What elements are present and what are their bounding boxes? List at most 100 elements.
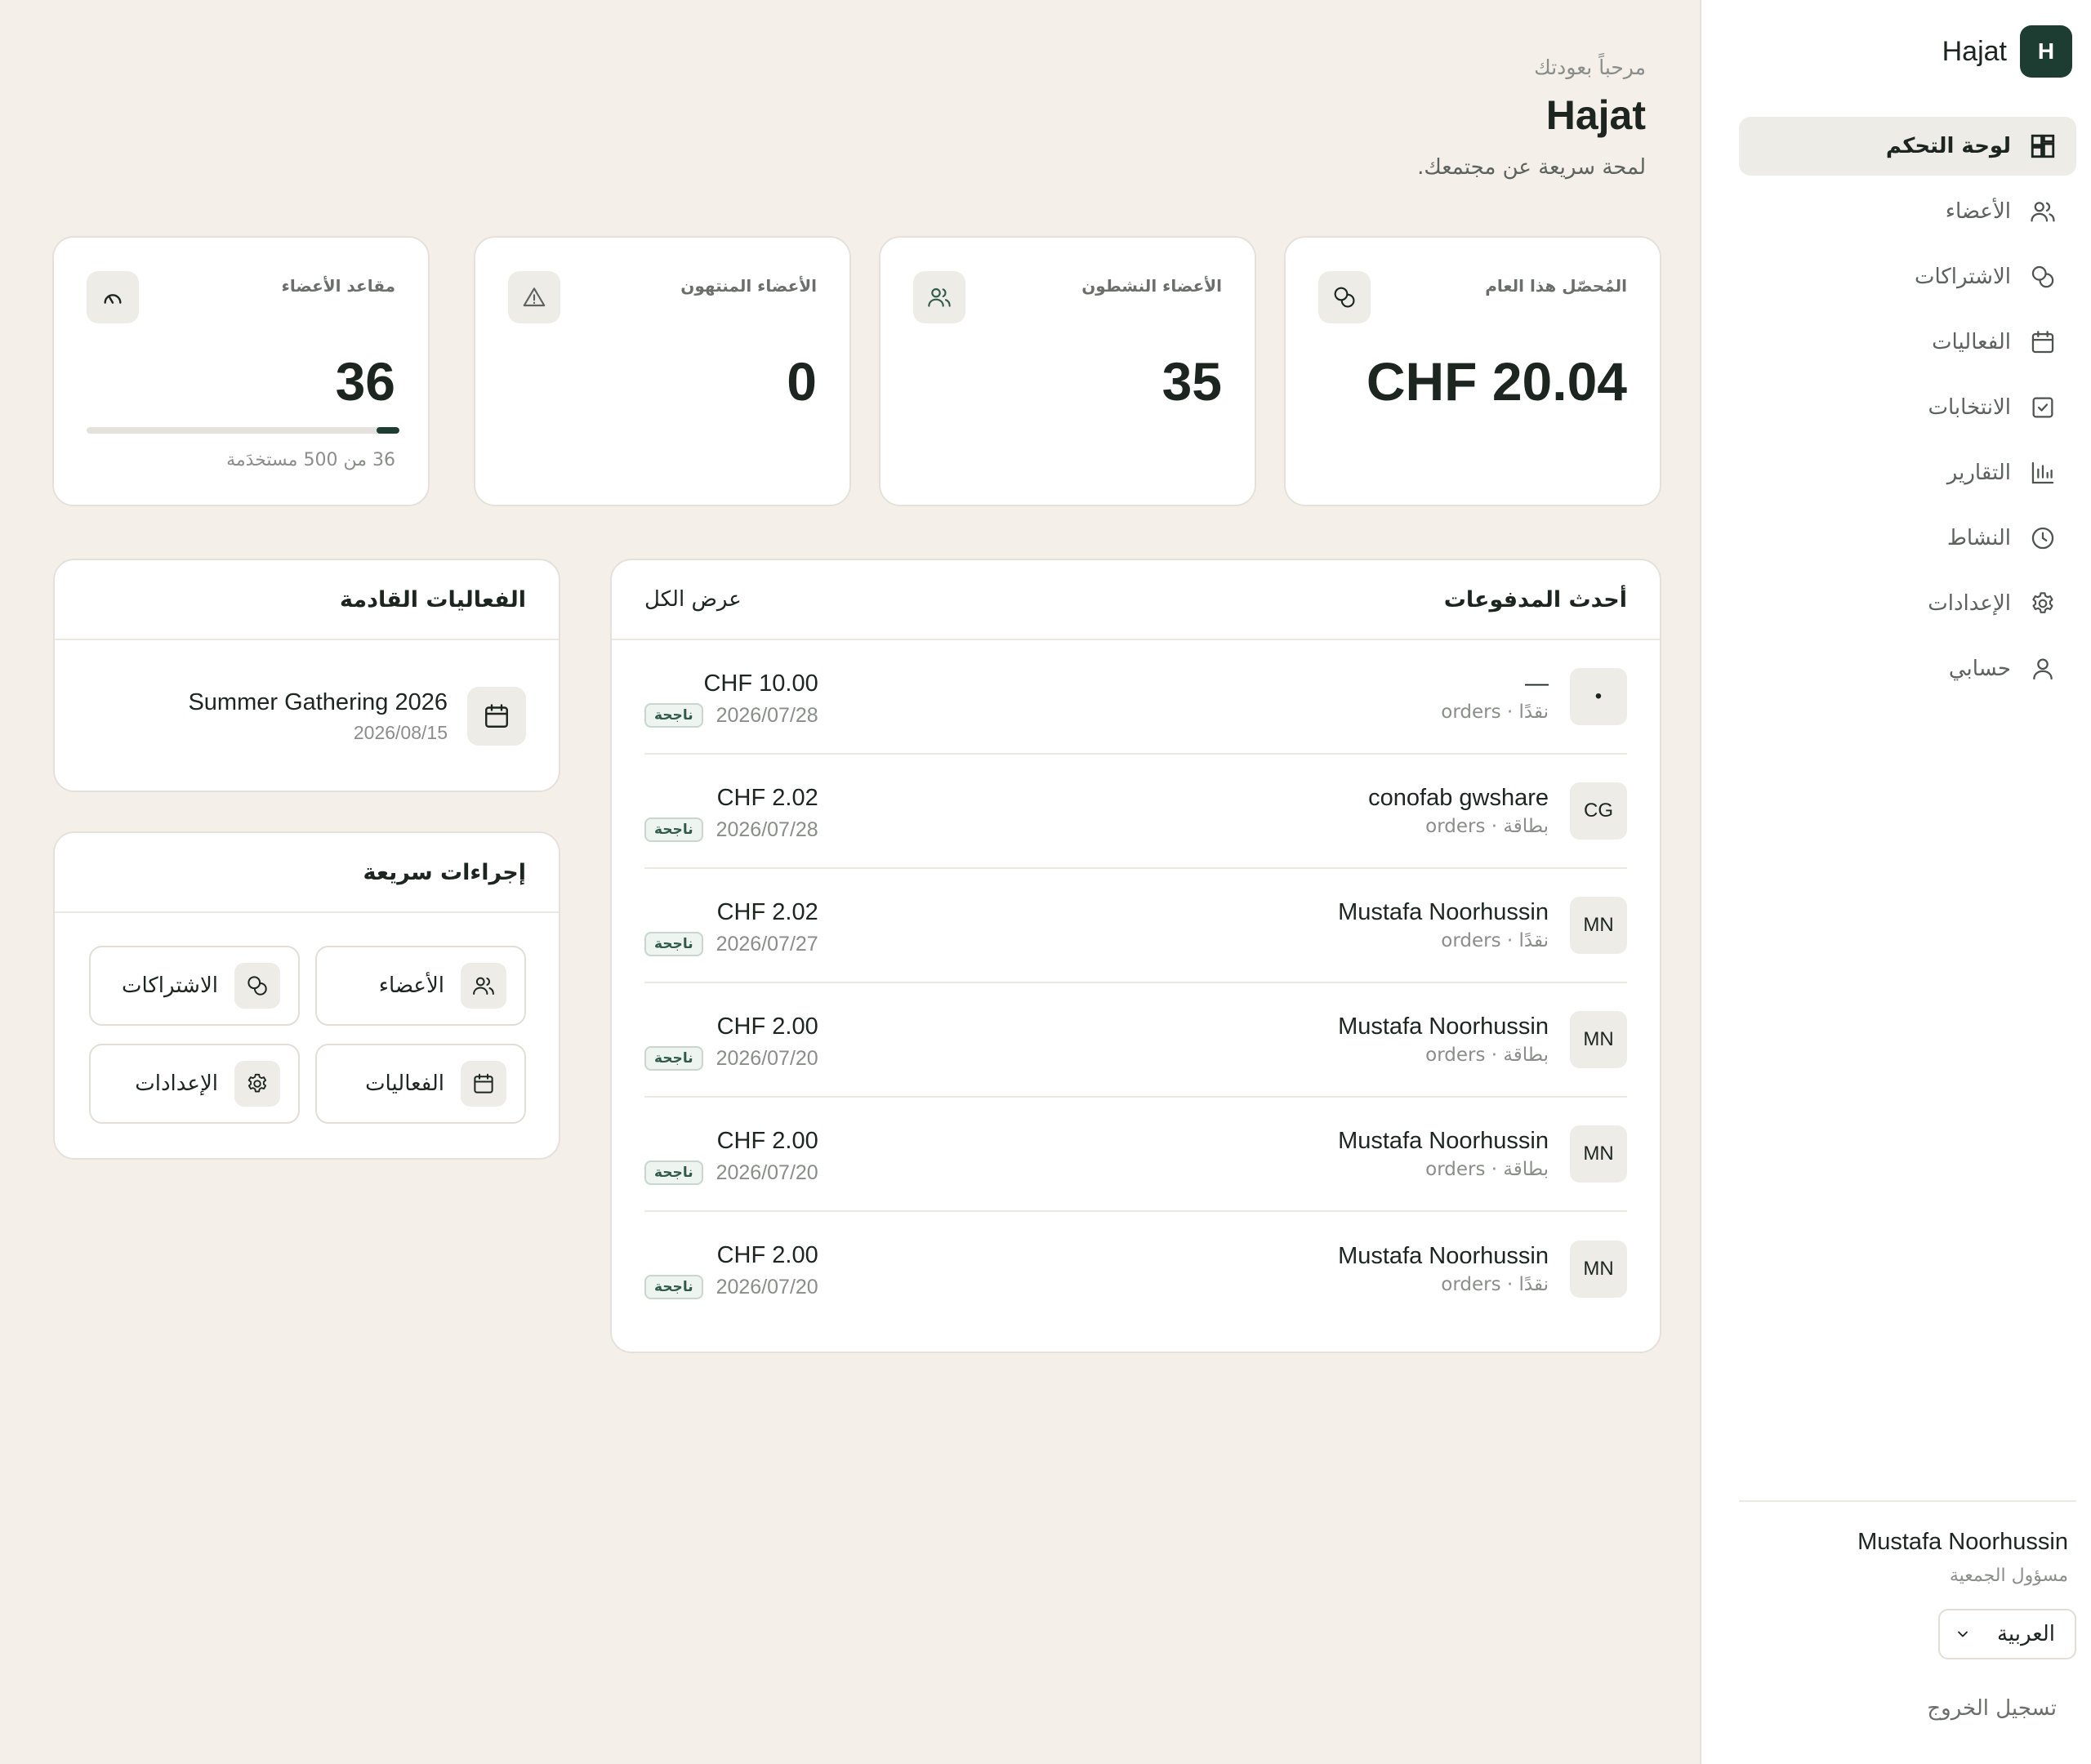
- payment-sub: ناجحة 2026/07/27: [644, 932, 818, 956]
- payer-info: Mustafa Noorhussin نقدًا · orders: [1338, 1241, 1549, 1298]
- sidebar-item-dashboard[interactable]: لوحة التحكم: [1739, 117, 2076, 176]
- payment-row[interactable]: MN Mustafa Noorhussin بطاقة · orders CHF…: [644, 983, 1627, 1098]
- brand-name: Hajat: [1942, 35, 2007, 67]
- quick-action-events[interactable]: الفعاليات: [315, 1044, 526, 1124]
- payment-details: CHF 2.00 ناجحة 2026/07/20: [644, 1212, 818, 1326]
- panel-header: إجراءات سريعة: [55, 833, 559, 913]
- payer-info: Mustafa Noorhussin بطاقة · orders: [1338, 1125, 1549, 1183]
- payer-meta: بطاقة · orders: [1425, 816, 1549, 837]
- current-user-role: مسؤول الجمعية: [1949, 1566, 2068, 1586]
- members-icon: [2029, 198, 2057, 225]
- sidebar-item-subscriptions[interactable]: الاشتراكات: [1739, 247, 2076, 306]
- sidebar-item-settings[interactable]: الإعدادات: [1739, 574, 2076, 633]
- payment-row[interactable]: MN Mustafa Noorhussin نقدًا · orders CHF…: [644, 1212, 1627, 1326]
- sidebar-item-reports[interactable]: التقارير: [1739, 443, 2076, 502]
- payer-info: Mustafa Noorhussin نقدًا · orders: [1338, 897, 1549, 954]
- payment-details: CHF 2.02 ناجحة 2026/07/27: [644, 869, 818, 983]
- payment-date: 2026/07/20: [716, 1160, 818, 1184]
- seats-progress-fill: [377, 427, 399, 434]
- payment-date: 2026/07/27: [716, 932, 818, 956]
- payment-row[interactable]: MN Mustafa Noorhussin نقدًا · orders CHF…: [644, 869, 1627, 983]
- stat-value: 35: [1161, 351, 1222, 412]
- stat-value: CHF 20.04: [1366, 351, 1627, 412]
- stat-label: مقاعد الأعضاء: [281, 276, 395, 296]
- chevron-down-icon: [1955, 1626, 1971, 1642]
- payment-sub: ناجحة 2026/07/28: [644, 703, 818, 728]
- quick-action-members[interactable]: الأعضاء: [315, 946, 526, 1026]
- stat-note: 36 من 500 مستخدَمة: [226, 450, 395, 470]
- payer-meta: نقدًا · orders: [1441, 1274, 1549, 1295]
- payment-date: 2026/07/28: [716, 817, 818, 841]
- sidebar-item-activity[interactable]: النشاط: [1739, 509, 2076, 568]
- stat-card-active-members: الأعضاء النشطون 35: [879, 236, 1256, 506]
- sidebar-divider: [1739, 1500, 2076, 1502]
- calendar-icon: [461, 1061, 506, 1107]
- sidebar-item-events[interactable]: الفعاليات: [1739, 313, 2076, 372]
- panel-title: أحدث المدفوعات: [1443, 586, 1627, 612]
- brand-logo: H: [2020, 25, 2072, 78]
- recent-payments-panel: أحدث المدفوعات عرض الكل • — نقدًا · orde…: [610, 559, 1661, 1353]
- panel-title: الفعاليات القادمة: [340, 586, 526, 612]
- payment-date: 2026/07/20: [716, 1275, 818, 1298]
- payment-amount: CHF 2.02: [716, 785, 818, 811]
- event-name: Summer Gathering 2026: [188, 689, 448, 715]
- user-icon: [2029, 655, 2057, 683]
- sidebar-nav: لوحة التحكم الأعضاء الاشتراكات الفعاليات…: [1739, 117, 2076, 705]
- sidebar-item-members[interactable]: الأعضاء: [1739, 182, 2076, 241]
- logout-link[interactable]: تسجيل الخروج: [1927, 1696, 2057, 1721]
- sidebar-item-label: الإعدادات: [1928, 591, 2011, 616]
- calendar-icon: [467, 687, 526, 746]
- current-user-name: Mustafa Noorhussin: [1857, 1529, 2068, 1555]
- event-item[interactable]: Summer Gathering 2026 2026/08/15: [55, 640, 559, 792]
- payment-sub: ناجحة 2026/07/20: [644, 1275, 818, 1299]
- status-badge: ناجحة: [644, 703, 703, 728]
- quick-action-subscriptions[interactable]: الاشتراكات: [89, 946, 300, 1026]
- view-all-link[interactable]: عرض الكل: [644, 587, 742, 612]
- coins-icon: [234, 963, 280, 1009]
- upcoming-events-panel: الفعاليات القادمة Summer Gathering 2026 …: [53, 559, 560, 792]
- coins-icon: [1318, 271, 1371, 323]
- panel-title: إجراءات سريعة: [363, 859, 526, 885]
- sidebar-item-label: حسابي: [1948, 657, 2011, 681]
- avatar: MN: [1570, 1125, 1627, 1183]
- payment-date: 2026/07/20: [716, 1046, 818, 1070]
- payment-row[interactable]: MN Mustafa Noorhussin بطاقة · orders CHF…: [644, 1098, 1627, 1212]
- sidebar-item-label: الفعاليات: [1932, 330, 2011, 354]
- gear-icon: [2029, 590, 2057, 617]
- payment-details: CHF 2.00 ناجحة 2026/07/20: [644, 983, 818, 1098]
- stat-label: الأعضاء المنتهون: [680, 276, 817, 296]
- payer-info: — نقدًا · orders: [1441, 668, 1549, 725]
- language-select[interactable]: العربية: [1938, 1609, 2076, 1659]
- sidebar-item-label: النشاط: [1946, 526, 2011, 550]
- avatar: MN: [1570, 1011, 1627, 1068]
- payer-name: Mustafa Noorhussin: [1338, 1128, 1549, 1154]
- members-icon: [461, 963, 506, 1009]
- quick-action-settings[interactable]: الإعدادات: [89, 1044, 300, 1124]
- status-badge: ناجحة: [644, 1275, 703, 1299]
- quick-action-label: الإعدادات: [135, 1071, 218, 1096]
- payment-row[interactable]: CG conofab gwshare بطاقة · orders CHF 2.…: [644, 755, 1627, 869]
- payer-name: —: [1525, 670, 1549, 697]
- payment-amount: CHF 10.00: [703, 670, 818, 697]
- payment-details: CHF 2.02 ناجحة 2026/07/28: [644, 755, 818, 869]
- sidebar-item-elections[interactable]: الانتخابات: [1739, 378, 2076, 437]
- sidebar: H Hajat لوحة التحكم الأعضاء الاشتراكات ا…: [1700, 0, 2091, 1764]
- brand[interactable]: H Hajat: [1942, 25, 2072, 78]
- payer-info: Mustafa Noorhussin بطاقة · orders: [1338, 1011, 1549, 1068]
- members-icon: [913, 271, 965, 323]
- status-badge: ناجحة: [644, 817, 703, 842]
- status-badge: ناجحة: [644, 1160, 703, 1185]
- payer-info: conofab gwshare بطاقة · orders: [1368, 782, 1549, 840]
- sidebar-item-account[interactable]: حسابي: [1739, 639, 2076, 698]
- chart-icon: [2029, 459, 2057, 487]
- payer-name: Mustafa Noorhussin: [1338, 899, 1549, 925]
- panel-header: الفعاليات القادمة: [55, 560, 559, 640]
- payment-row[interactable]: • — نقدًا · orders CHF 10.00 ناجحة 2026/…: [644, 640, 1627, 755]
- payment-amount: CHF 2.00: [716, 1128, 818, 1154]
- coins-icon: [2029, 263, 2057, 291]
- payer-meta: نقدًا · orders: [1441, 930, 1549, 951]
- event-date: 2026/08/15: [353, 722, 448, 743]
- payment-date: 2026/07/28: [716, 703, 818, 727]
- greeting: مرحباً بعودتك: [1534, 56, 1646, 79]
- vote-icon: [2029, 394, 2057, 421]
